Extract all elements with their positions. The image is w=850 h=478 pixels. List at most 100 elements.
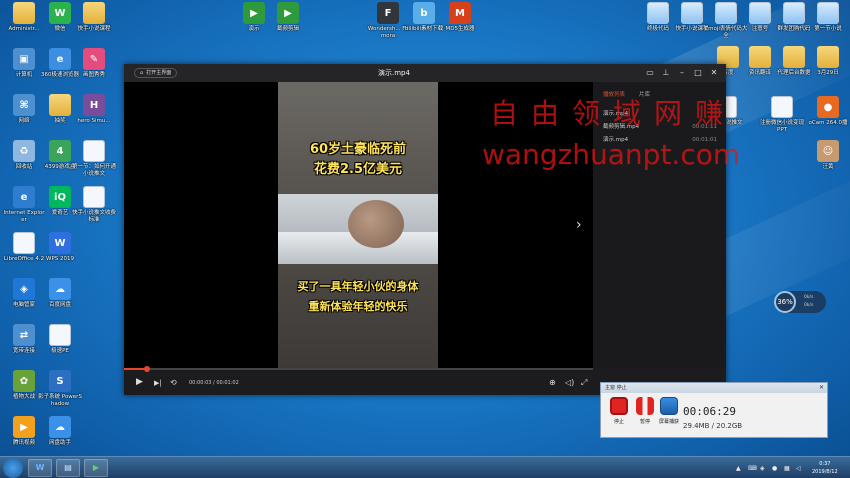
app-icon: ▣ xyxy=(13,48,35,70)
pause-label: 暂停 xyxy=(639,419,650,425)
stop-button[interactable]: 停止 xyxy=(608,397,630,425)
app-icon: ⌘ xyxy=(13,94,35,116)
desktop-icon[interactable]: M MD5生成器 xyxy=(438,2,482,33)
screen-capture-label: 屏幕捕获 xyxy=(658,419,679,425)
taskbar-wps[interactable]: W xyxy=(28,459,52,477)
open-main-label: 打开主界面 xyxy=(146,70,172,76)
loop-icon[interactable]: ⟲ xyxy=(170,378,177,387)
desktop-icon-label: 截频剪辑 xyxy=(276,26,299,32)
desktop-icon[interactable]: ✎ 画图秀秀 xyxy=(72,48,116,79)
app-icon: ▶ xyxy=(277,2,299,24)
desktop-icon-label: 汪黄 xyxy=(822,164,834,170)
app-icon: ☁ xyxy=(49,278,71,300)
gadget-upload: 0k/s xyxy=(804,295,814,300)
settings-icon[interactable]: ⊕ xyxy=(549,378,556,387)
tray-network-icon[interactable]: ▦ xyxy=(784,465,790,472)
document-icon xyxy=(83,140,105,162)
tray-volume-icon[interactable]: ◁ xyxy=(796,465,801,472)
app-icon: ☺ xyxy=(817,140,839,162)
caption-line: 60岁土豪临死前 xyxy=(309,142,407,157)
desktop-icon-label: 第一节小说 xyxy=(814,26,842,32)
desktop-icon-label: 百度网盘 xyxy=(48,302,71,308)
document-icon xyxy=(49,324,71,346)
desktop-icon[interactable]: ☁ 网盘助手 xyxy=(38,416,82,447)
desktop-icon-label: WPS 2019 xyxy=(46,256,74,262)
tray-expand-icon[interactable]: ▲ xyxy=(736,465,741,472)
minimize-button[interactable]: – xyxy=(676,67,688,79)
app-icon: e xyxy=(49,48,71,70)
progress-bar[interactable] xyxy=(124,366,593,372)
document-icon xyxy=(13,232,35,254)
desktop-icon-label: hero Simu... xyxy=(77,118,111,124)
gadget-download: 0k/s xyxy=(804,303,814,308)
open-main-button[interactable]: ⌂ 打开主界面 xyxy=(134,68,178,78)
app-icon: W xyxy=(49,2,71,24)
desktop-icon[interactable]: ☺ 汪黄 xyxy=(806,140,850,171)
video-caption-bottom: 买了一具年轻小伙的身体 重新体验年轻的快乐 xyxy=(278,277,438,317)
document-icon xyxy=(83,186,105,208)
app-icon: 4 xyxy=(49,140,71,162)
desktop-icon[interactable]: S 影子系统 PowerShadow xyxy=(38,370,82,408)
video-scene-face xyxy=(348,200,404,248)
desktop-icon[interactable]: W WPS 2019 xyxy=(38,232,82,263)
app-icon: H xyxy=(83,94,105,116)
app-icon: S xyxy=(49,370,71,392)
volume-icon[interactable]: ◁) xyxy=(565,378,574,387)
monitor-icon xyxy=(660,397,678,415)
document-icon xyxy=(783,2,805,24)
screen-share-icon[interactable]: ▭ xyxy=(644,67,656,79)
desktop-icon-label: oCam 264.0播 xyxy=(808,120,848,126)
screen-capture-button[interactable]: 屏幕捕获 xyxy=(658,397,680,425)
close-icon[interactable]: ✕ xyxy=(819,384,824,391)
folder-icon xyxy=(783,46,805,68)
player-titlebar[interactable]: ⌂ 打开主界面 演示.mp4 ▭ ⊥ – □ ✕ xyxy=(124,64,726,82)
desktop-icon-label: MD5生成器 xyxy=(445,26,475,32)
desktop-icon[interactable]: 注册微信小说变现PPT xyxy=(760,96,804,134)
desktop-icon[interactable]: ☁ 百度网盘 xyxy=(38,278,82,309)
play-icon[interactable]: ▶ xyxy=(136,377,143,387)
app-icon: ▶ xyxy=(13,416,35,438)
desktop-icon[interactable]: ● oCam 264.0播 xyxy=(806,96,850,127)
pin-icon[interactable]: ⊥ xyxy=(660,67,672,79)
document-icon xyxy=(817,2,839,24)
desktop-icon-label: 画图秀秀 xyxy=(82,72,105,78)
pause-icon xyxy=(636,397,654,415)
desktop-icon[interactable]: 极速PE xyxy=(38,324,82,355)
app-icon: ▶ xyxy=(243,2,265,24)
taskbar-player[interactable]: ▶ xyxy=(84,459,108,477)
pause-button[interactable]: 暂停 xyxy=(634,397,656,425)
close-button[interactable]: ✕ xyxy=(708,67,720,79)
network-gadget[interactable]: 36% 0k/s 0k/s xyxy=(774,291,826,313)
gadget-percent: 36% xyxy=(774,291,796,313)
fullscreen-icon[interactable]: ⤢ xyxy=(581,378,587,388)
desktop-icon[interactable]: 第一节小说 xyxy=(806,2,850,33)
folder-icon xyxy=(13,2,35,24)
tray-shield-icon[interactable]: ◈ xyxy=(760,465,765,472)
desktop-icon[interactable]: 第一节：如何开通小说推文 xyxy=(72,140,116,178)
desktop-icon[interactable]: 快手小说推文收费标准 xyxy=(72,186,116,224)
next-icon[interactable]: ▶| xyxy=(154,379,162,387)
chevron-right-icon[interactable]: › xyxy=(576,217,582,233)
document-icon xyxy=(749,2,771,24)
desktop-icon[interactable]: ▶ 截频剪辑 xyxy=(266,2,310,33)
desktop-icon[interactable]: 快手小说课程 xyxy=(72,2,116,33)
tray-keyboard-icon[interactable]: ⌨ xyxy=(748,465,757,472)
document-icon xyxy=(681,2,703,24)
app-icon: M xyxy=(449,2,471,24)
start-button[interactable] xyxy=(3,458,23,478)
desktop-icon[interactable]: Hhero Simu... xyxy=(72,94,116,125)
progress-knob[interactable] xyxy=(144,366,151,372)
desktop-icon-label: 第一节：如何开通小说推文 xyxy=(72,164,117,177)
recorder-size: 29.4MB / 20.2GB xyxy=(683,422,743,430)
desktop-icon[interactable]: 3月29日 xyxy=(806,46,850,77)
desktop-icon-label: 快手小说推文收费标准 xyxy=(72,210,117,223)
app-icon: ⇄ xyxy=(13,324,35,346)
recorder-elapsed: 00:06:29 xyxy=(683,405,736,418)
taskbar-clock[interactable]: 0:37 2019/8/12 xyxy=(812,460,838,476)
taskbar-explorer[interactable]: ▤ xyxy=(56,459,80,477)
desktop-icon-label: 快手小说课程 xyxy=(77,26,111,32)
maximize-button[interactable]: □ xyxy=(692,67,704,79)
tray-record-icon[interactable]: ● xyxy=(772,465,777,472)
folder-icon xyxy=(749,46,771,68)
timecode: 00:00:03 / 00:01:02 xyxy=(189,380,239,386)
